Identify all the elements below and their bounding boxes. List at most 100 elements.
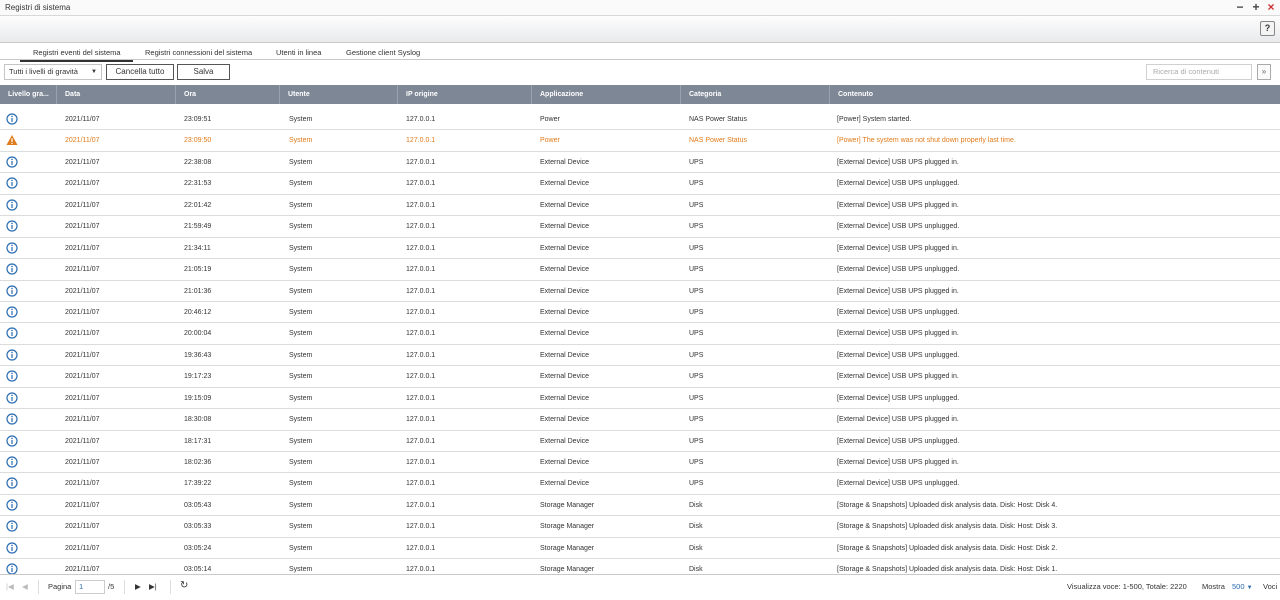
table-row[interactable]: 2021/11/07 03:05:24 System 127.0.0.1 Storage… (0, 538, 1280, 560)
tab-syslog-client[interactable]: Gestione client Syslog (346, 48, 420, 57)
cell-time: 22:38:08 (184, 158, 212, 166)
table-row[interactable]: 2021/11/07 19:15:09 System 127.0.0.1 Externa… (0, 388, 1280, 410)
cell-user: System (289, 523, 313, 531)
cell-source-ip: 127.0.0.1 (406, 459, 436, 466)
first-page-icon[interactable]: |◀ (6, 582, 14, 591)
cell-source-ip: 127.0.0.1 (406, 201, 436, 209)
table-row[interactable]: 2021/11/07 20:00:04 System 127.0.0.1 Externa… (0, 323, 1280, 345)
per-page-select[interactable]: 500 ▼ (1232, 582, 1253, 591)
cell-content: [External Device] USB UPS plugged in. (837, 158, 959, 166)
cell-application: External Device (540, 480, 590, 488)
log-table-body: 2021/11/07 23:09:51 System 127.0.0.1 Power NA… (0, 104, 1280, 574)
next-page-icon[interactable]: ▶ (135, 582, 141, 591)
cell-time: 20:46:12 (184, 308, 212, 316)
table-row[interactable]: 2021/11/07 21:34:11 System 127.0.0.1 Externa… (0, 238, 1280, 260)
column-header-category[interactable]: Categoria (681, 85, 830, 104)
info-icon (6, 499, 18, 511)
search-input[interactable]: Ricerca di contenuti (1146, 64, 1252, 80)
cell-time: 23:09:51 (184, 116, 212, 123)
table-row[interactable]: 2021/11/07 18:02:36 System 127.0.0.1 Externa… (0, 452, 1280, 474)
table-row[interactable]: 2021/11/07 18:30:08 System 127.0.0.1 Externa… (0, 409, 1280, 431)
page-number-input[interactable]: 1 (75, 580, 105, 594)
cell-category: Disk (689, 544, 703, 552)
cell-source-ip: 127.0.0.1 (406, 373, 436, 381)
minimize-icon[interactable]: − (1234, 1, 1246, 14)
table-row[interactable]: 2021/11/07 19:36:43 System 127.0.0.1 Externa… (0, 345, 1280, 367)
cell-time: 03:05:24 (184, 544, 212, 552)
info-icon (6, 327, 18, 339)
info-icon (6, 434, 18, 447)
cell-date: 2021/11/07 (65, 137, 100, 145)
tab-strip: Registri eventi del sistema Registri con… (0, 43, 1280, 62)
table-row[interactable]: 2021/11/07 22:38:08 System 127.0.0.1 Externa… (0, 152, 1280, 174)
table-row[interactable]: 2021/11/07 23:09:51 System 127.0.0.1 Power NA… (0, 109, 1280, 131)
table-row[interactable]: 2021/11/07 21:05:19 System 127.0.0.1 Externa… (0, 259, 1280, 281)
cell-content: [External Device] USB UPS unplugged. (837, 308, 960, 316)
maximize-icon[interactable]: + (1250, 1, 1262, 14)
cell-date: 2021/11/07 (65, 180, 100, 188)
tab-online-users[interactable]: Utenti in linea (276, 48, 321, 57)
cell-source-ip: 127.0.0.1 (406, 116, 436, 123)
cell-source-ip: 127.0.0.1 (406, 480, 436, 488)
cell-date: 2021/11/07 (65, 394, 100, 402)
prev-page-icon[interactable]: ◀ (22, 582, 28, 591)
cell-content: [External Device] USB UPS unplugged. (837, 394, 960, 402)
severity-filter-select[interactable]: Tutti i livelli di gravità ▼ (4, 64, 102, 80)
cell-user: System (289, 137, 313, 145)
cell-time: 21:34:11 (184, 244, 211, 252)
table-row[interactable]: 2021/11/07 18:17:31 System 127.0.0.1 Externa… (0, 431, 1280, 452)
table-row[interactable]: 2021/11/07 23:09:50 System 127.0.0.1 Power NA… (0, 130, 1280, 152)
refresh-icon[interactable]: ↻ (180, 580, 188, 591)
column-header-time[interactable]: Ora (176, 85, 280, 104)
table-row[interactable]: 2021/11/07 21:01:36 System 127.0.0.1 Externa… (0, 281, 1280, 302)
table-row[interactable]: 2021/11/07 22:31:53 System 127.0.0.1 Externa… (0, 173, 1280, 195)
cell-date: 2021/11/07 (65, 116, 100, 123)
close-icon[interactable]: × (1265, 1, 1277, 14)
info-icon (6, 563, 18, 574)
column-header-content[interactable]: Contenuto (830, 85, 1280, 104)
cell-time: 20:00:04 (184, 330, 212, 338)
table-row[interactable]: 2021/11/07 03:05:43 System 127.0.0.1 Storage… (0, 495, 1280, 517)
tab-connection-logs[interactable]: Registri connessioni del sistema (145, 48, 252, 57)
info-icon (6, 456, 18, 468)
table-row[interactable]: 2021/11/07 21:59:49 System 127.0.0.1 Externa… (0, 216, 1280, 238)
pagination-bar: |◀ ◀ Pagina 1 /5 ▶ ▶| ↻ Visualizza voce:… (0, 574, 1280, 600)
clear-all-button[interactable]: Cancella tutto (106, 64, 174, 80)
cell-application: External Device (540, 201, 590, 209)
show-label: Mostra (1202, 582, 1225, 591)
cell-application: External Device (540, 244, 590, 252)
cell-user: System (289, 373, 313, 381)
cell-date: 2021/11/07 (65, 287, 100, 295)
table-row[interactable]: 2021/11/07 03:05:14 System 127.0.0.1 Storage… (0, 559, 1280, 574)
cell-date: 2021/11/07 (65, 330, 100, 338)
cell-application: External Device (540, 180, 590, 188)
table-row[interactable]: 2021/11/07 17:39:22 System 127.0.0.1 Externa… (0, 473, 1280, 495)
separator (38, 580, 39, 594)
expand-search-icon[interactable]: » (1257, 64, 1271, 80)
cell-source-ip: 127.0.0.1 (406, 523, 436, 531)
save-button[interactable]: Salva (177, 64, 230, 80)
separator (170, 580, 171, 594)
table-row[interactable]: 2021/11/07 19:17:23 System 127.0.0.1 Externa… (0, 366, 1280, 388)
cell-content: [External Device] USB UPS plugged in. (837, 373, 959, 381)
column-header-date[interactable]: Data (57, 85, 176, 104)
cell-user: System (289, 287, 313, 295)
cell-application: External Device (540, 437, 590, 445)
window-title: Registri di sistema (5, 3, 71, 12)
cell-user: System (289, 244, 313, 252)
table-row[interactable]: 2021/11/07 22:01:42 System 127.0.0.1 Externa… (0, 195, 1280, 217)
column-header-source-ip[interactable]: IP origine (398, 85, 532, 104)
help-button[interactable]: ? (1260, 21, 1275, 36)
table-row[interactable]: 2021/11/07 20:46:12 System 127.0.0.1 Externa… (0, 302, 1280, 324)
cell-category: UPS (689, 223, 704, 231)
table-row[interactable]: 2021/11/07 03:05:33 System 127.0.0.1 Storage… (0, 516, 1280, 538)
column-header-level[interactable]: Livello gra... (0, 85, 57, 104)
cell-date: 2021/11/07 (65, 223, 100, 231)
cell-source-ip: 127.0.0.1 (406, 501, 436, 509)
cell-content: [External Device] USB UPS plugged in. (837, 416, 959, 424)
cell-date: 2021/11/07 (65, 566, 100, 574)
column-header-application[interactable]: Applicazione (532, 85, 681, 104)
last-page-icon[interactable]: ▶| (149, 582, 157, 591)
column-header-user[interactable]: Utente (280, 85, 398, 104)
cell-content: [External Device] USB UPS unplugged. (837, 437, 960, 445)
